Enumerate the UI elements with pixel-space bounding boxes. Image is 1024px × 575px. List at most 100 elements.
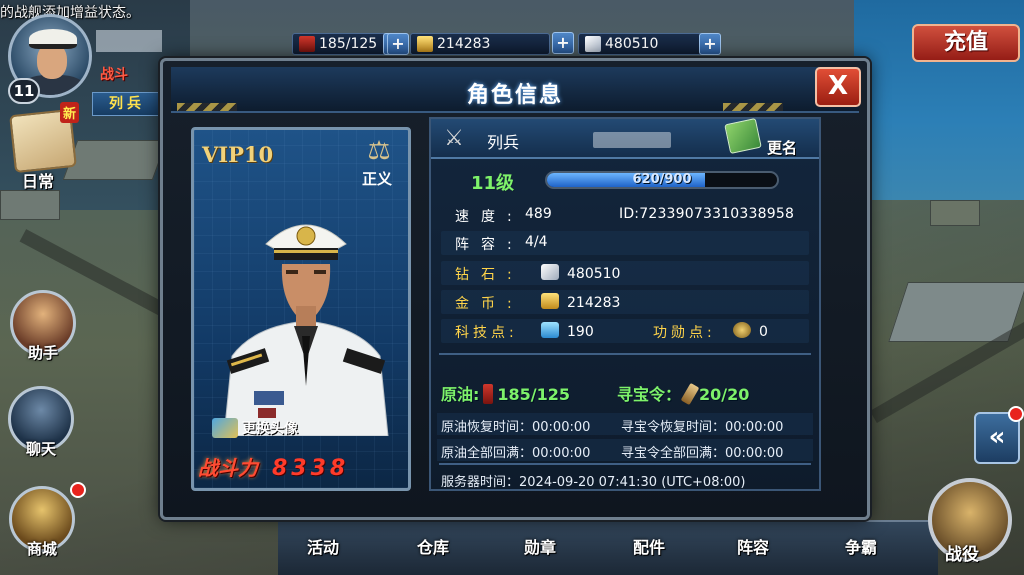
character-info-dialog: 角色信息 X VIP10 ⚖ 正义 更换头像 战斗力 8338 ⚔ 列兵 更名 …	[160, 58, 870, 520]
gold-value-wrap: 214283	[541, 293, 620, 311]
player-name-blurred	[593, 132, 671, 148]
shop-button[interactable]: 商城	[6, 486, 78, 559]
avatar-cap	[29, 29, 77, 49]
gold-label: 金币:	[455, 296, 524, 312]
hud-rank-badge: 列兵	[92, 92, 162, 116]
flask-icon	[541, 322, 559, 338]
change-avatar-button[interactable]: 更换头像	[212, 416, 298, 440]
menu-notification-dot	[1008, 406, 1024, 422]
oil-barrel-icon	[483, 384, 494, 404]
player-level-badge: 11	[8, 78, 40, 104]
bottom-menu-warehouse[interactable]: 仓库	[388, 534, 478, 558]
campaign-label: 战役	[945, 545, 979, 565]
diamond-icon	[585, 36, 601, 52]
crossed-swords-icon: ⚔	[444, 126, 464, 151]
combat-power-row: 战斗力 8338	[198, 452, 349, 481]
dock-building	[0, 190, 60, 220]
vip-level: VIP10	[202, 142, 274, 167]
treasure-token-label: 寻宝令：	[617, 385, 682, 404]
dialog-title: 角色信息	[466, 83, 563, 108]
daily-tasks-label: 日常	[22, 172, 55, 191]
combat-power-label: 战斗力	[198, 456, 258, 480]
speed-value: 489	[525, 206, 552, 222]
shop-label: 商城	[26, 540, 57, 558]
add-diamond-button[interactable]: +	[699, 33, 721, 55]
bottom-menu-formation[interactable]: 阵容	[708, 534, 798, 558]
portrait-card: VIP10 ⚖ 正义 更换头像 战斗力 8338	[191, 127, 411, 491]
player-name-blurred	[96, 30, 162, 52]
diamond-value: 480510	[567, 266, 621, 282]
assistant-button[interactable]: 助手	[8, 290, 78, 363]
diamond-resource-value: 480510	[605, 36, 659, 52]
gold-coin-icon	[541, 293, 559, 309]
close-button[interactable]: X	[815, 67, 861, 107]
player-id: ID:72339073310338958	[619, 206, 795, 222]
justice-scale-icon: ⚖	[367, 136, 391, 166]
rank-label: 列兵	[487, 133, 520, 152]
treasure-recover-time: 寻宝令恢复时间：00:00:00	[621, 420, 784, 435]
treasure-full-time: 寻宝令全部回满：00:00:00	[621, 446, 784, 461]
chat-label: 聊天	[25, 440, 56, 458]
oil-recover-time: 原油恢复时间：00:00:00	[441, 420, 591, 435]
add-gold-button-2[interactable]: +	[552, 32, 574, 54]
formation-value: 4/4	[525, 234, 548, 250]
warehouse-building	[62, 140, 168, 180]
oil-resource-value: 185/125	[319, 36, 378, 52]
player-level: 11级	[471, 173, 515, 194]
formation-label: 阵容:	[455, 237, 524, 253]
change-avatar-label: 更换头像	[242, 421, 298, 437]
experience-bar: 620/900	[545, 171, 779, 189]
merit-points-value: 0	[759, 324, 768, 340]
gold-row: 金币: 214283	[441, 290, 809, 314]
bottom-menu-medals[interactable]: 勋章	[495, 534, 585, 558]
dialog-header: 角色信息	[171, 67, 859, 113]
oil-full-time: 原油全部回满：00:00:00	[441, 446, 591, 461]
tech-points-value: 190	[567, 324, 594, 340]
divider	[439, 353, 811, 355]
divider	[439, 463, 811, 465]
treasure-token-value: 20/20	[699, 385, 750, 404]
bottom-menu-contest[interactable]: 争霸	[816, 534, 906, 558]
tech-value-wrap: 190	[541, 322, 594, 340]
gold-value: 214283	[567, 295, 621, 311]
formation-row: 阵容: 4/4	[441, 231, 809, 255]
tech-points-label: 科技点:	[455, 325, 518, 341]
name-row: ⚔ 列兵 更名	[431, 118, 819, 159]
diamond-value-wrap: 480510	[541, 264, 620, 282]
speed-label: 速度:	[455, 209, 524, 225]
recharge-button[interactable]: 充值	[912, 24, 1020, 62]
bottom-menu-activity[interactable]: 活动	[278, 534, 368, 558]
shop-notification-dot	[70, 482, 86, 498]
assistant-label: 助手	[27, 344, 58, 362]
tech-merit-row: 科技点: 190 功勋点: 0	[441, 319, 809, 343]
telescope-icon	[680, 382, 700, 406]
server-time: 服务器时间：2024-09-20 07:41:30 (UTC+08:00)	[441, 475, 746, 490]
oil-stock-label: 原油:	[441, 385, 480, 404]
naval-officer-portrait	[223, 224, 389, 436]
add-gold-button[interactable]: +	[387, 33, 409, 55]
oil-barrel-icon	[299, 36, 315, 52]
merit-points-label: 功勋点:	[653, 325, 716, 341]
oil-stock-value: 185/125	[497, 385, 571, 404]
medal-icon	[733, 322, 751, 338]
rename-button[interactable]: 更名	[767, 137, 797, 158]
combat-power-value: 8338	[272, 456, 350, 481]
oil-stock-row: 原油: 185/125	[441, 381, 570, 405]
diamond-label: 钻石:	[455, 267, 524, 283]
diamond-row: 钻石: 480510	[441, 261, 809, 285]
speed-row: 速度: 489 ID:72339073310338958	[441, 203, 809, 227]
diamond-icon	[541, 264, 559, 280]
rename-notebook-icon[interactable]	[724, 118, 762, 154]
new-badge: 新	[60, 102, 80, 123]
diamond-resource-bar: 480510 +	[578, 33, 721, 55]
gold-resource-bar: 214283 +	[387, 33, 550, 55]
character-info-panel: ⚔ 列兵 更名 11级 620/900 速度: 489 ID:723390733…	[429, 117, 821, 491]
edit-pencil-icon	[212, 418, 238, 438]
merit-value-wrap: 0	[733, 322, 768, 340]
full-time-row: 原油全部回满：00:00:00 寻宝令全部回满：00:00:00	[437, 439, 813, 461]
recover-time-row: 原油恢复时间：00:00:00 寻宝令恢复时间：00:00:00	[437, 413, 813, 435]
gold-resource-value: 214283	[437, 36, 491, 52]
hud-power-label: 战斗	[100, 67, 128, 83]
chat-button[interactable]: 聊天	[6, 386, 76, 459]
bottom-menu-parts[interactable]: 配件	[604, 534, 694, 558]
